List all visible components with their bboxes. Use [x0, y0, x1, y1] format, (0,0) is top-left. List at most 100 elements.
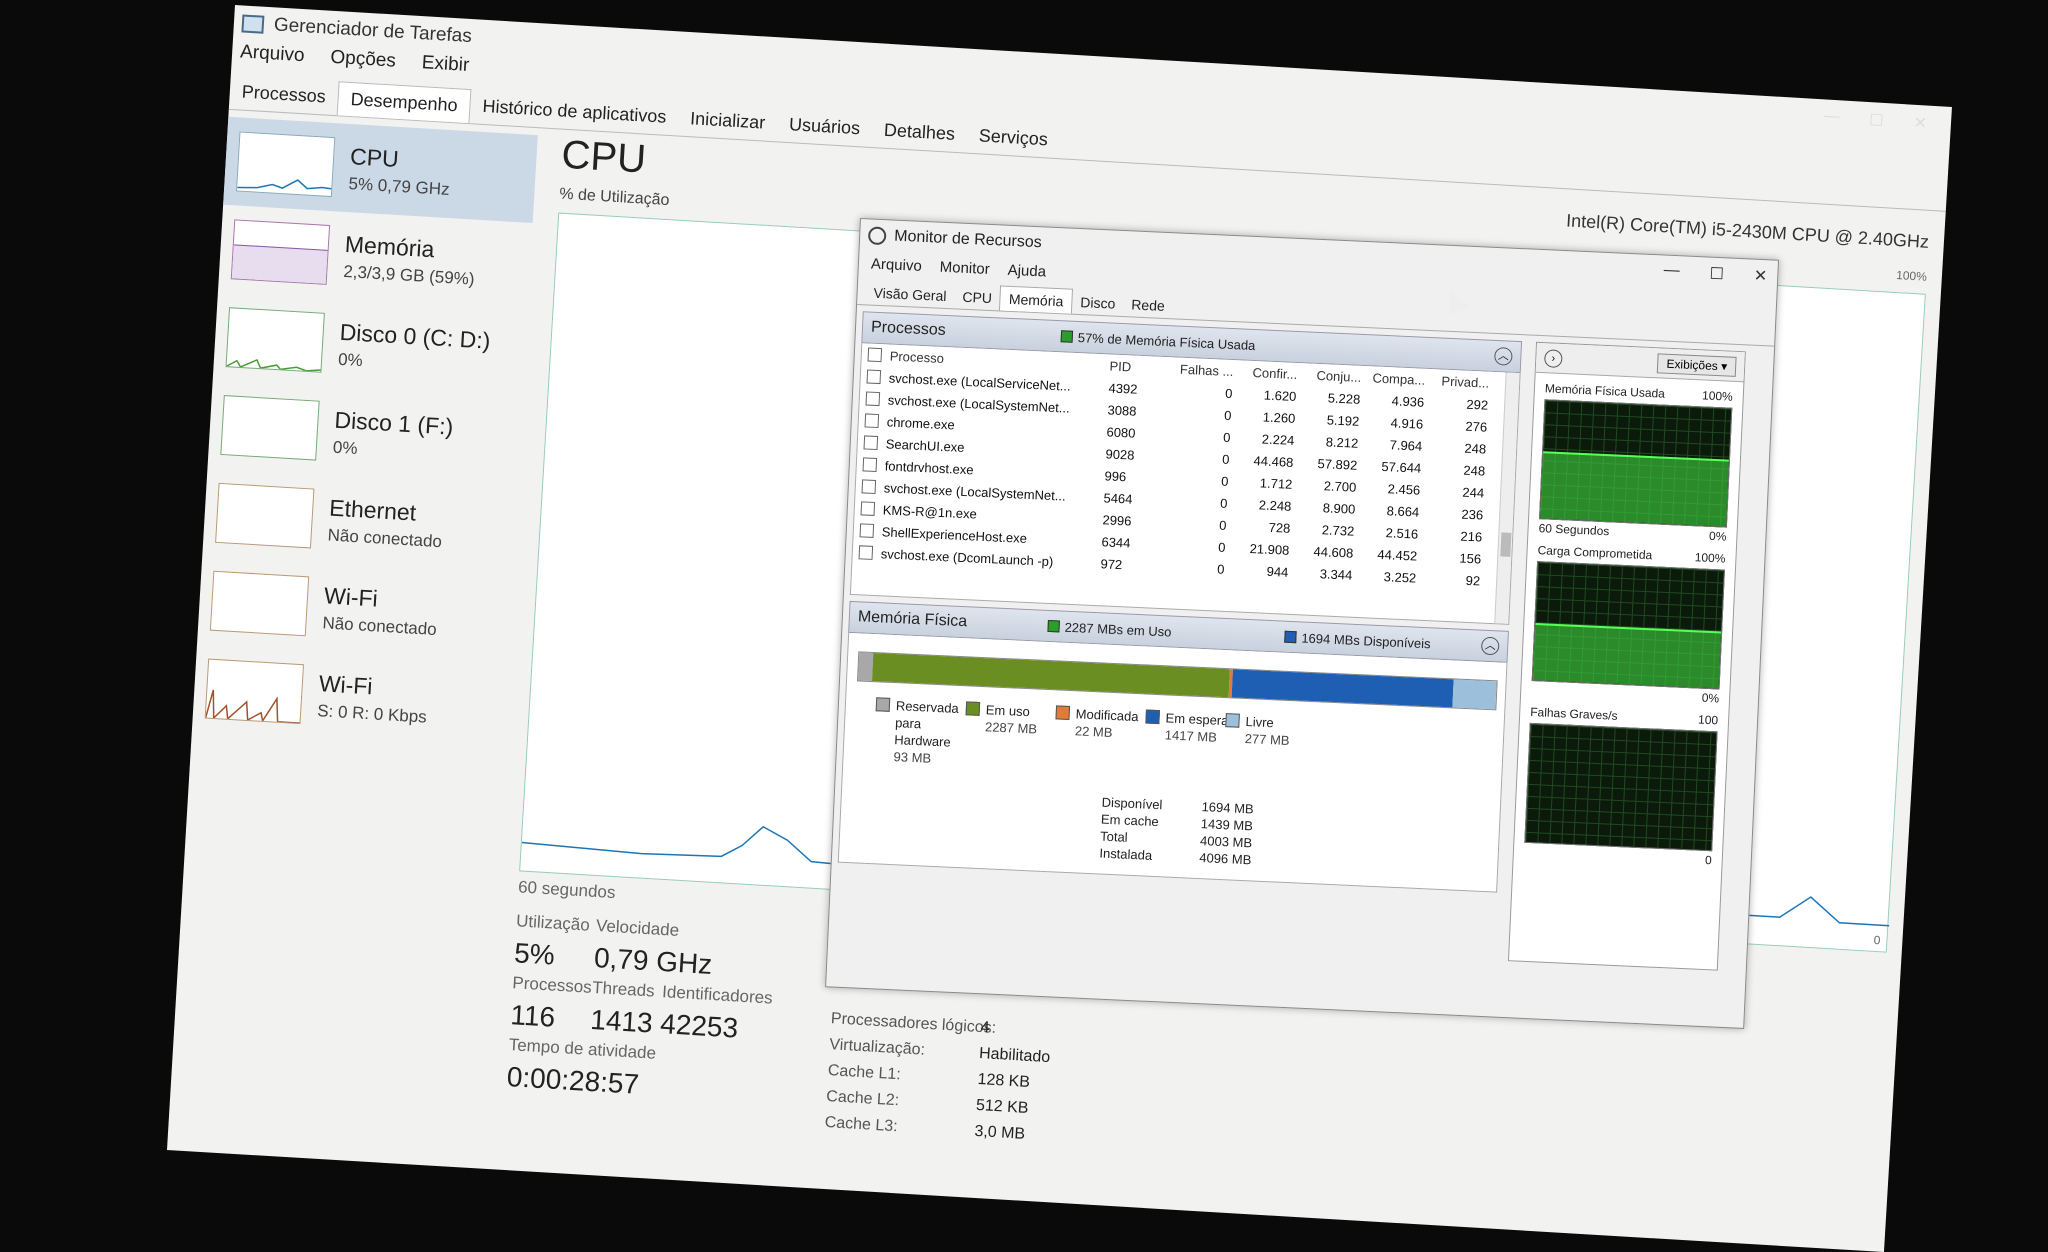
table-cell: 2.700 [1323, 477, 1357, 495]
table-cell: 248 [1463, 462, 1486, 479]
legend-swatch [1145, 709, 1160, 725]
available-swatch [1284, 630, 1297, 644]
scroll-thumb[interactable] [1500, 532, 1512, 557]
table-cell: 7.964 [1389, 436, 1423, 454]
cpu-info-values: 4 Habilitado 128 KB 512 KB 3,0 MB [973, 1019, 1052, 1153]
tab-usuarios[interactable]: Usuários [776, 107, 873, 147]
column-header[interactable]: PID [1109, 358, 1170, 376]
row-checkbox[interactable] [858, 545, 874, 560]
sidebar-item-value: Não conectado [327, 524, 443, 551]
collapse-icon[interactable]: ︿ [1493, 346, 1513, 366]
task-manager-icon [241, 14, 265, 34]
table-cell: 2.516 [1385, 524, 1419, 542]
legend-value: 22 MB [1074, 723, 1113, 740]
menu-monitor[interactable]: Monitor [939, 258, 990, 277]
wifi-thumbnail-graph [204, 658, 305, 725]
sidebar-item-value: 0% [332, 437, 359, 458]
row-checkbox[interactable] [860, 501, 876, 516]
sidebar-item-label: Wi-Fi [318, 669, 374, 699]
section-title: Processos [870, 318, 947, 339]
menu-arquivo[interactable]: Arquivo [871, 255, 923, 274]
stat-uptime: Tempo de atividade 0:00:28:57 [506, 1035, 657, 1102]
table-cell: 4.936 [1391, 392, 1425, 410]
table-cell: 5.192 [1326, 411, 1360, 429]
row-checkbox[interactable] [866, 369, 882, 385]
tab-detalhes[interactable]: Detalhes [871, 113, 968, 153]
table-cell: 996 [1104, 467, 1127, 484]
table-cell: 0 [1217, 539, 1226, 555]
table-cell: 292 [1466, 396, 1489, 413]
legend-label: Reservada para Hardware [894, 698, 960, 750]
physical-memory-body: Reservada para Hardware 93 MB Em uso 2287 M… [837, 632, 1508, 893]
minimize-icon[interactable]: — [1663, 262, 1680, 283]
row-checkbox[interactable] [859, 523, 875, 538]
select-all-checkbox[interactable] [867, 347, 883, 363]
cpu-info-labels: Processadores lógicos: Virtualização: Ca… [824, 1010, 996, 1150]
row-checkbox[interactable] [865, 391, 881, 407]
table-cell: 8.900 [1322, 499, 1356, 517]
process-table: Processo PID Falhas ... Confir... Conju.… [849, 343, 1521, 625]
close-icon[interactable]: ✕ [1753, 266, 1767, 287]
table-cell: 5464 [1103, 489, 1133, 507]
resource-monitor-window: Monitor de Recursos — ☐ ✕ Arquivo Monito… [825, 218, 1780, 1029]
column-header[interactable]: Compa... [1361, 369, 1425, 387]
menu-ajuda[interactable]: Ajuda [1007, 261, 1046, 280]
summary-label: Instalada [1099, 845, 1153, 863]
menu-opcoes[interactable]: Opções [330, 47, 397, 73]
window-title: Monitor de Recursos [893, 227, 1043, 252]
tab-disco[interactable]: Disco [1072, 290, 1124, 316]
tab-processos[interactable]: Processos [229, 75, 339, 115]
tab-cpu[interactable]: CPU [954, 284, 1001, 310]
cpu-thumbnail-graph [235, 131, 336, 198]
views-dropdown[interactable]: Exibições ▾ [1657, 352, 1737, 377]
column-header[interactable]: Conju... [1297, 367, 1361, 384]
close-icon[interactable]: ✕ [1913, 113, 1928, 134]
performance-sidebar: CPU 5% 0,79 GHz Memória 2,3/3,9 GB (59%)… [192, 116, 538, 750]
table-cell: 248 [1464, 440, 1487, 457]
row-checkbox[interactable] [862, 457, 878, 473]
table-cell: 6344 [1101, 533, 1131, 551]
collapse-icon[interactable]: ︿ [1480, 636, 1500, 656]
table-cell: 0 [1216, 561, 1225, 577]
table-cell: 2.248 [1258, 496, 1292, 514]
table-cell: 4392 [1108, 379, 1138, 397]
memory-bar-segment [858, 652, 874, 682]
table-cell: 44.468 [1253, 452, 1294, 470]
axis-max-label: 100% [1895, 268, 1928, 284]
legend-swatch [1225, 713, 1240, 728]
row-checkbox[interactable] [861, 479, 877, 494]
graph-max: 100 [1697, 712, 1719, 728]
graph-title: Falhas Graves/s [1529, 704, 1618, 723]
row-checkbox[interactable] [864, 413, 880, 429]
column-header[interactable]: Privad... [1425, 372, 1489, 390]
stat-label: Velocidade [595, 916, 680, 940]
disk0-thumbnail-graph [225, 307, 325, 373]
expand-arrow-icon[interactable]: › [1543, 348, 1563, 368]
minimize-icon[interactable]: — [1823, 107, 1840, 128]
tab-memoria[interactable]: Memória [999, 285, 1073, 314]
stat-value: 42253 [659, 1008, 740, 1044]
graph-min: 0% [1708, 528, 1727, 544]
tab-servicos[interactable]: Serviços [966, 119, 1061, 158]
table-cell: 3088 [1107, 401, 1137, 419]
stat-label: Tempo de atividade [508, 1035, 657, 1063]
tab-inicializar[interactable]: Inicializar [677, 102, 778, 142]
sidebar-item-wifi-2[interactable]: Wi-Fi S: 0 R: 0 Kbps [192, 644, 507, 750]
table-cell: 0 [1221, 451, 1230, 467]
sidebar-item-label: Ethernet [328, 494, 417, 526]
tab-visao-geral[interactable]: Visão Geral [865, 280, 955, 308]
column-header[interactable]: Falhas ... [1169, 361, 1234, 378]
row-checkbox[interactable] [863, 435, 879, 451]
maximize-icon[interactable]: ☐ [1709, 264, 1724, 285]
maximize-icon[interactable]: ☐ [1869, 110, 1885, 131]
tab-historico[interactable]: Histórico de aplicativos [470, 89, 680, 135]
column-header[interactable]: Confir... [1233, 364, 1297, 381]
memory-used-badge: 57% de Memória Física Usada [1077, 329, 1256, 353]
sidebar-item-label: Disco 1 (F:) [333, 406, 455, 440]
menu-arquivo[interactable]: Arquivo [240, 41, 306, 67]
legend-value: 93 MB [893, 749, 932, 766]
menu-exibir[interactable]: Exibir [421, 52, 470, 77]
tab-desempenho[interactable]: Desempenho [336, 81, 472, 124]
table-cell: 1.620 [1263, 387, 1297, 404]
tab-rede[interactable]: Rede [1123, 292, 1174, 318]
